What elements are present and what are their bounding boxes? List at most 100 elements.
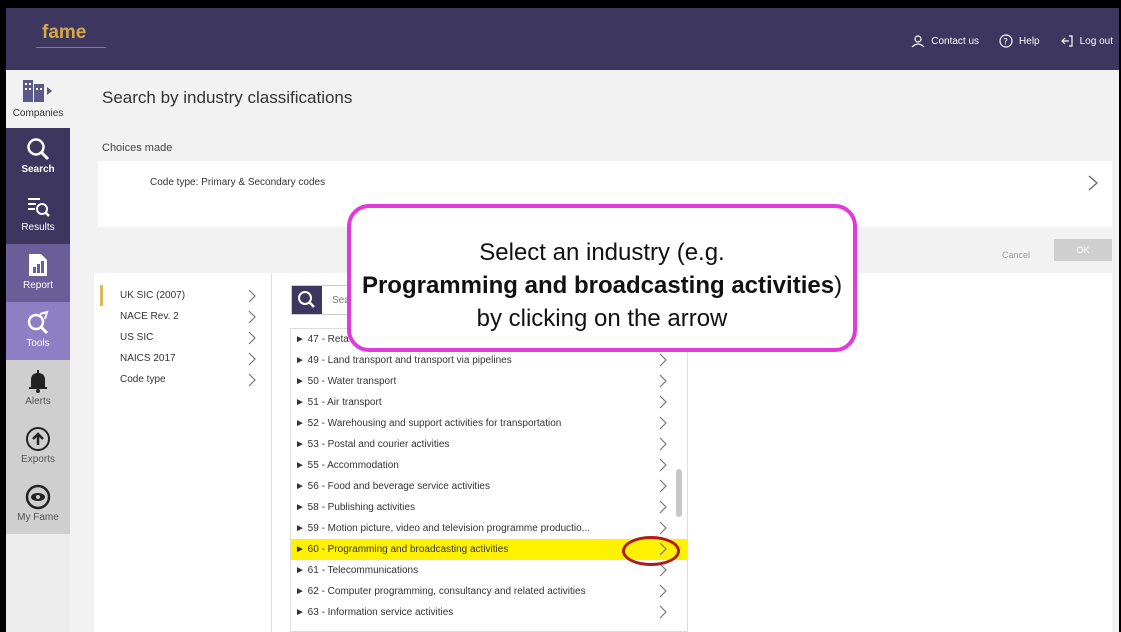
logout-icon (1060, 35, 1073, 47)
annotation-circle (622, 536, 680, 566)
chevron-right-icon[interactable] (659, 500, 667, 514)
report-icon (29, 254, 47, 276)
contact-us-link[interactable]: Contact us (911, 34, 979, 48)
industry-label: ► 51 - Air transport (295, 397, 382, 408)
chevron-right-icon[interactable] (659, 437, 667, 451)
app-frame: fame Contact us ? Help Log out Companies… (6, 8, 1119, 632)
nav-report-label: Report (22, 280, 53, 291)
nav-companies[interactable]: Companies (6, 70, 70, 128)
classif-uk-sic[interactable]: UK SIC (2007) (100, 285, 266, 306)
nav-exports-label: Exports (21, 454, 55, 465)
left-nav: Companies Search Results Report Tools Al… (6, 70, 70, 632)
search-button[interactable] (292, 286, 322, 314)
industry-label: ► 53 - Postal and courier activities (295, 439, 450, 450)
industry-label: ► 63 - Information service activities (295, 607, 454, 618)
industry-list: ► 47 - Reta ► 49 - Land transport and tr… (290, 328, 688, 632)
nav-report[interactable]: Report (6, 244, 70, 302)
fame-logo[interactable]: fame (42, 22, 86, 44)
list-item: ► 56 - Food and beverage service activit… (291, 476, 687, 497)
chevron-right-icon[interactable] (659, 479, 667, 493)
list-item: ► 49 - Land transport and transport via … (291, 350, 687, 371)
classif-label: NACE Rev. 2 (120, 311, 179, 322)
classif-label: US SIC (120, 332, 154, 343)
industry-label: ► 56 - Food and beverage service activit… (295, 481, 490, 492)
instruction-callout: Select an industry (e.g. Programming and… (347, 204, 857, 352)
eye-icon (25, 484, 51, 510)
nav-companies-label: Companies (12, 108, 64, 119)
upload-icon (26, 427, 50, 451)
nav-tools[interactable]: Tools (6, 302, 70, 360)
chevron-right-icon[interactable] (1088, 175, 1098, 191)
industry-label: ► 55 - Accommodation (295, 460, 399, 471)
chevron-right-icon (248, 310, 256, 324)
chevron-right-icon[interactable] (659, 605, 667, 619)
classif-us-sic[interactable]: US SIC (100, 327, 266, 348)
list-item: ► 51 - Air transport (291, 392, 687, 413)
top-bar: fame Contact us ? Help Log out (6, 8, 1119, 70)
nav-alerts[interactable]: Alerts (6, 360, 70, 418)
chevron-right-icon (248, 373, 256, 387)
industry-label: ► 62 - Computer programming, consultancy… (295, 586, 586, 597)
chevron-right-icon[interactable] (659, 416, 667, 430)
nav-myfame-label: My Fame (17, 512, 59, 523)
top-actions: Contact us ? Help Log out (911, 34, 1113, 48)
classif-label: Code type (120, 374, 166, 385)
companies-icon (23, 80, 52, 102)
results-icon (28, 198, 50, 217)
classif-label: UK SIC (2007) (120, 290, 186, 301)
help-link[interactable]: ? Help (999, 34, 1040, 48)
classif-nace[interactable]: NACE Rev. 2 (100, 306, 266, 327)
callout-line1: Select an industry (e.g. (479, 239, 725, 266)
classif-naics[interactable]: NAICS 2017 (100, 348, 266, 369)
classif-label: NAICS 2017 (120, 353, 176, 364)
industry-label: ► 61 - Telecommunications (295, 565, 419, 576)
tools-icon (27, 310, 49, 335)
chevron-right-icon[interactable] (659, 353, 667, 367)
search-icon (27, 138, 50, 161)
page-title: Search by industry classifications (102, 88, 353, 107)
nav-results[interactable]: Results (6, 186, 70, 244)
chevron-right-icon[interactable] (659, 458, 667, 472)
nav-results-label: Results (21, 222, 55, 233)
list-item: ► 63 - Information service activities (291, 602, 687, 623)
chevron-right-icon[interactable] (659, 395, 667, 409)
list-item: ► 55 - Accommodation (291, 455, 687, 476)
list-item: ► 61 - Telecommunications (291, 560, 687, 581)
bell-icon (29, 370, 47, 393)
list-item: ► 52 - Warehousing and support activitie… (291, 413, 687, 434)
list-item: ► 50 - Water transport (291, 371, 687, 392)
nav-search[interactable]: Search (6, 128, 70, 186)
chevron-right-icon[interactable] (659, 374, 667, 388)
list-item: ► 62 - Computer programming, consultancy… (291, 581, 687, 602)
nav-exports[interactable]: Exports (6, 418, 70, 476)
industry-label: ► 60 - Programming and broadcasting acti… (295, 544, 509, 555)
chevron-right-icon (248, 331, 256, 345)
classif-code-type[interactable]: Code type (100, 369, 266, 390)
list-item: ► 59 - Motion picture, video and televis… (291, 518, 687, 539)
industry-label: ► 50 - Water transport (295, 376, 397, 387)
search-icon (298, 291, 315, 308)
logout-link[interactable]: Log out (1060, 34, 1113, 48)
chevron-right-icon[interactable] (659, 521, 667, 535)
callout-bold: Programming and broadcasting activities (361, 272, 835, 299)
cancel-button[interactable]: Cancel (1002, 250, 1030, 260)
list-item: ► 53 - Postal and courier activities (291, 434, 687, 455)
person-icon (911, 35, 925, 48)
industry-label: ► 52 - Warehousing and support activitie… (295, 418, 562, 429)
ok-button[interactable]: OK (1054, 239, 1112, 261)
divider (271, 273, 272, 632)
logout-label: Log out (1079, 35, 1113, 47)
code-type-choice: Code type: Primary & Secondary codes (150, 177, 326, 188)
help-label: Help (1019, 35, 1040, 47)
choices-made-label: Choices made (102, 142, 173, 154)
classification-list: UK SIC (2007) NACE Rev. 2 US SIC NAICS 2… (100, 285, 266, 390)
chevron-right-icon (248, 352, 256, 366)
nav-myfame[interactable]: My Fame (6, 476, 70, 534)
help-icon: ? (999, 34, 1013, 48)
industry-label: ► 58 - Publishing activities (295, 502, 415, 513)
scrollbar[interactable] (676, 469, 682, 517)
nav-search-label: Search (21, 164, 55, 175)
chevron-right-icon[interactable] (659, 584, 667, 598)
svg-text:?: ? (1003, 38, 1008, 48)
list-item: ► 58 - Publishing activities (291, 497, 687, 518)
